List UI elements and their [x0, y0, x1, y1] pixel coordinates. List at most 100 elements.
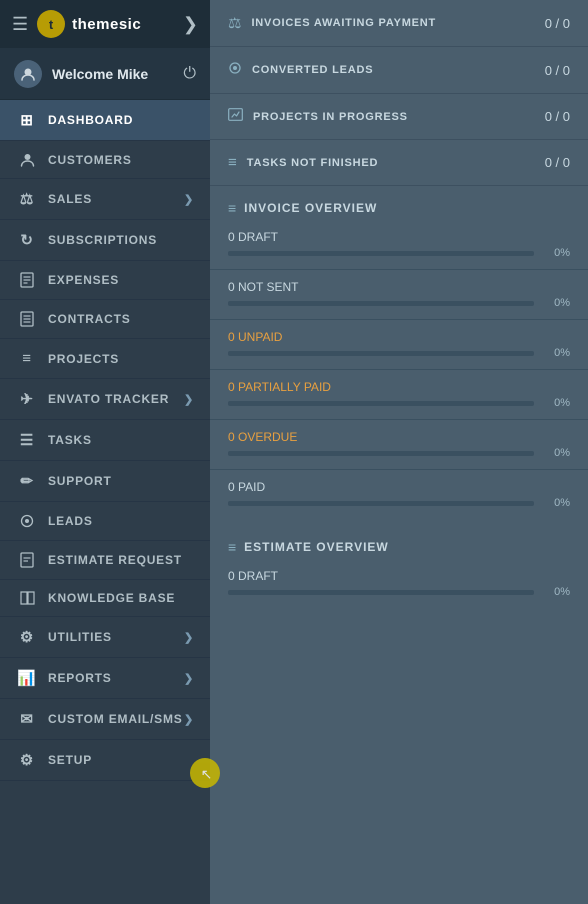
tasks-label: TASKS NOT FINISHED	[247, 157, 545, 169]
projects-label: PROJECTS IN PROGRESS	[253, 111, 545, 123]
invoice-not-sent-label: 0 NOT SENT	[228, 280, 570, 294]
sidebar-item-leads[interactable]: LEADS	[0, 502, 210, 541]
divider-4	[210, 419, 588, 420]
sidebar-header-left: ☰ t themesic	[12, 9, 141, 39]
power-icon[interactable]: ⏻	[183, 65, 196, 83]
invoice-unpaid-label: 0 UNPAID	[228, 330, 570, 344]
envato-tracker-icon: ✈	[16, 390, 38, 408]
custom-email-sms-icon: ✉	[16, 710, 38, 728]
invoices-label: INVOICES AWAITING PAYMENT	[251, 17, 544, 29]
user-left: Welcome Mike	[14, 60, 148, 88]
invoice-partially-paid-bar-bg	[228, 401, 534, 406]
invoices-value: 0 / 0	[545, 16, 570, 31]
invoice-not-sent-bar-bg	[228, 301, 534, 306]
invoice-overdue-bar-bg	[228, 451, 534, 456]
sidebar-header: ☰ t themesic ❯	[0, 0, 210, 48]
estimate-draft-bar-row: 0%	[228, 586, 570, 598]
invoice-overdue-bar-row: 0%	[228, 447, 570, 459]
envato-arrow-icon: ❯	[184, 393, 194, 406]
sidebar-item-label: SALES	[48, 192, 184, 206]
hamburger-icon[interactable]: ☰	[12, 14, 28, 35]
sidebar-item-label: CONTRACTS	[48, 312, 194, 326]
invoice-not-sent-item: 0 NOT SENT 0%	[210, 274, 588, 315]
estimate-overview-header: ≡ ESTIMATE OVERVIEW	[210, 525, 588, 563]
chevron-down-icon[interactable]: ❯	[183, 14, 198, 35]
sidebar-item-label: LEADS	[48, 514, 194, 528]
leads-stat-icon	[228, 61, 242, 79]
divider-1	[210, 269, 588, 270]
invoice-overdue-item: 0 OVERDUE 0%	[210, 424, 588, 465]
invoices-icon: ⚖	[228, 14, 241, 32]
sidebar-item-customers[interactable]: CUSTOMERS	[0, 141, 210, 179]
sidebar-item-contracts[interactable]: CONTRACTS	[0, 300, 210, 339]
logo-text: themesic	[72, 16, 141, 33]
sidebar-item-projects[interactable]: ≡ PROJECTS	[0, 339, 210, 379]
sidebar-item-label: EXPENSES	[48, 273, 194, 287]
sidebar-item-dashboard[interactable]: ⊞ DASHBOARD	[0, 100, 210, 141]
expenses-icon	[16, 272, 38, 288]
stat-row-leads: CONVERTED LEADS 0 / 0	[210, 47, 588, 94]
contracts-icon	[16, 311, 38, 327]
reports-icon: 📊	[16, 669, 38, 687]
invoice-overdue-label: 0 OVERDUE	[228, 430, 570, 444]
sales-icon: ⚖	[16, 190, 38, 208]
sidebar-item-label: CUSTOMERS	[48, 153, 194, 167]
invoice-partially-paid-item: 0 PARTIALLY PAID 0%	[210, 374, 588, 415]
sidebar-item-label: SUBSCRIPTIONS	[48, 233, 194, 247]
invoice-draft-bar-row: 0%	[228, 247, 570, 259]
invoice-paid-bar-row: 0%	[228, 497, 570, 509]
invoice-paid-label: 0 PAID	[228, 480, 570, 494]
sidebar-item-label: ENVATO TRACKER	[48, 392, 184, 406]
sidebar-item-expenses[interactable]: EXPENSES	[0, 261, 210, 300]
invoice-overview-header: ≡ INVOICE OVERVIEW	[210, 186, 588, 224]
invoice-unpaid-item: 0 UNPAID 0%	[210, 324, 588, 365]
divider-5	[210, 469, 588, 470]
user-section: Welcome Mike ⏻	[0, 48, 210, 100]
invoice-partially-paid-bar-row: 0%	[228, 397, 570, 409]
stat-row-projects: PROJECTS IN PROGRESS 0 / 0	[210, 94, 588, 140]
tasks-value: 0 / 0	[545, 155, 570, 170]
projects-value: 0 / 0	[545, 109, 570, 124]
invoice-unpaid-pct: 0%	[542, 347, 570, 359]
sidebar-item-utilities[interactable]: ⚙ UTILITIES ❯	[0, 617, 210, 658]
user-name: Welcome Mike	[52, 66, 148, 82]
dashboard-icon: ⊞	[16, 111, 38, 129]
estimate-draft-bar-bg	[228, 590, 534, 595]
sidebar-item-label: TASKS	[48, 433, 194, 447]
invoice-paid-item: 0 PAID 0%	[210, 474, 588, 515]
leads-icon	[16, 513, 38, 529]
sidebar-item-knowledge-base[interactable]: KNOWLEDGE BASE	[0, 580, 210, 617]
leads-value: 0 / 0	[545, 63, 570, 78]
subscriptions-icon: ↻	[16, 231, 38, 249]
utilities-arrow-icon: ❯	[184, 631, 194, 644]
estimate-overview-title: ESTIMATE OVERVIEW	[244, 540, 389, 554]
sidebar-item-subscriptions[interactable]: ↻ SUBSCRIPTIONS	[0, 220, 210, 261]
sidebar-item-support[interactable]: ✏ SUPPORT	[0, 461, 210, 502]
divider-3	[210, 369, 588, 370]
main-content: ⚖ INVOICES AWAITING PAYMENT 0 / 0 CONVER…	[210, 0, 588, 904]
invoice-not-sent-pct: 0%	[542, 297, 570, 309]
sidebar-item-label: KNOWLEDGE BASE	[48, 591, 194, 605]
sidebar-item-label: SETUP	[48, 753, 194, 767]
sidebar-item-tasks[interactable]: ☰ TASKS	[0, 420, 210, 461]
sidebar-item-estimate-request[interactable]: ESTIMATE REQUEST	[0, 541, 210, 580]
invoice-overview-title: INVOICE OVERVIEW	[244, 201, 377, 215]
sidebar-item-custom-email-sms[interactable]: ✉ CUSTOM EMAIL/SMS ❯	[0, 699, 210, 740]
setup-icon: ⚙	[16, 751, 38, 769]
stat-row-invoices: ⚖ INVOICES AWAITING PAYMENT 0 / 0	[210, 0, 588, 47]
sidebar-item-label: DASHBOARD	[48, 113, 194, 127]
invoice-unpaid-bar-bg	[228, 351, 534, 356]
estimate-overview-icon: ≡	[228, 539, 236, 555]
sidebar-item-label: PROJECTS	[48, 352, 194, 366]
support-icon: ✏	[16, 472, 38, 490]
estimate-draft-pct: 0%	[542, 586, 570, 598]
estimate-draft-label: 0 DRAFT	[228, 569, 570, 583]
sidebar-item-setup[interactable]: ⚙ SETUP	[0, 740, 210, 781]
sidebar-item-sales[interactable]: ⚖ SALES ❯	[0, 179, 210, 220]
sidebar-item-envato-tracker[interactable]: ✈ ENVATO TRACKER ❯	[0, 379, 210, 420]
sales-arrow-icon: ❯	[184, 193, 194, 206]
sidebar-item-label: UTILITIES	[48, 630, 184, 644]
invoice-unpaid-bar-row: 0%	[228, 347, 570, 359]
sidebar-item-reports[interactable]: 📊 REPORTS ❯	[0, 658, 210, 699]
logo-container: t themesic	[36, 9, 141, 39]
